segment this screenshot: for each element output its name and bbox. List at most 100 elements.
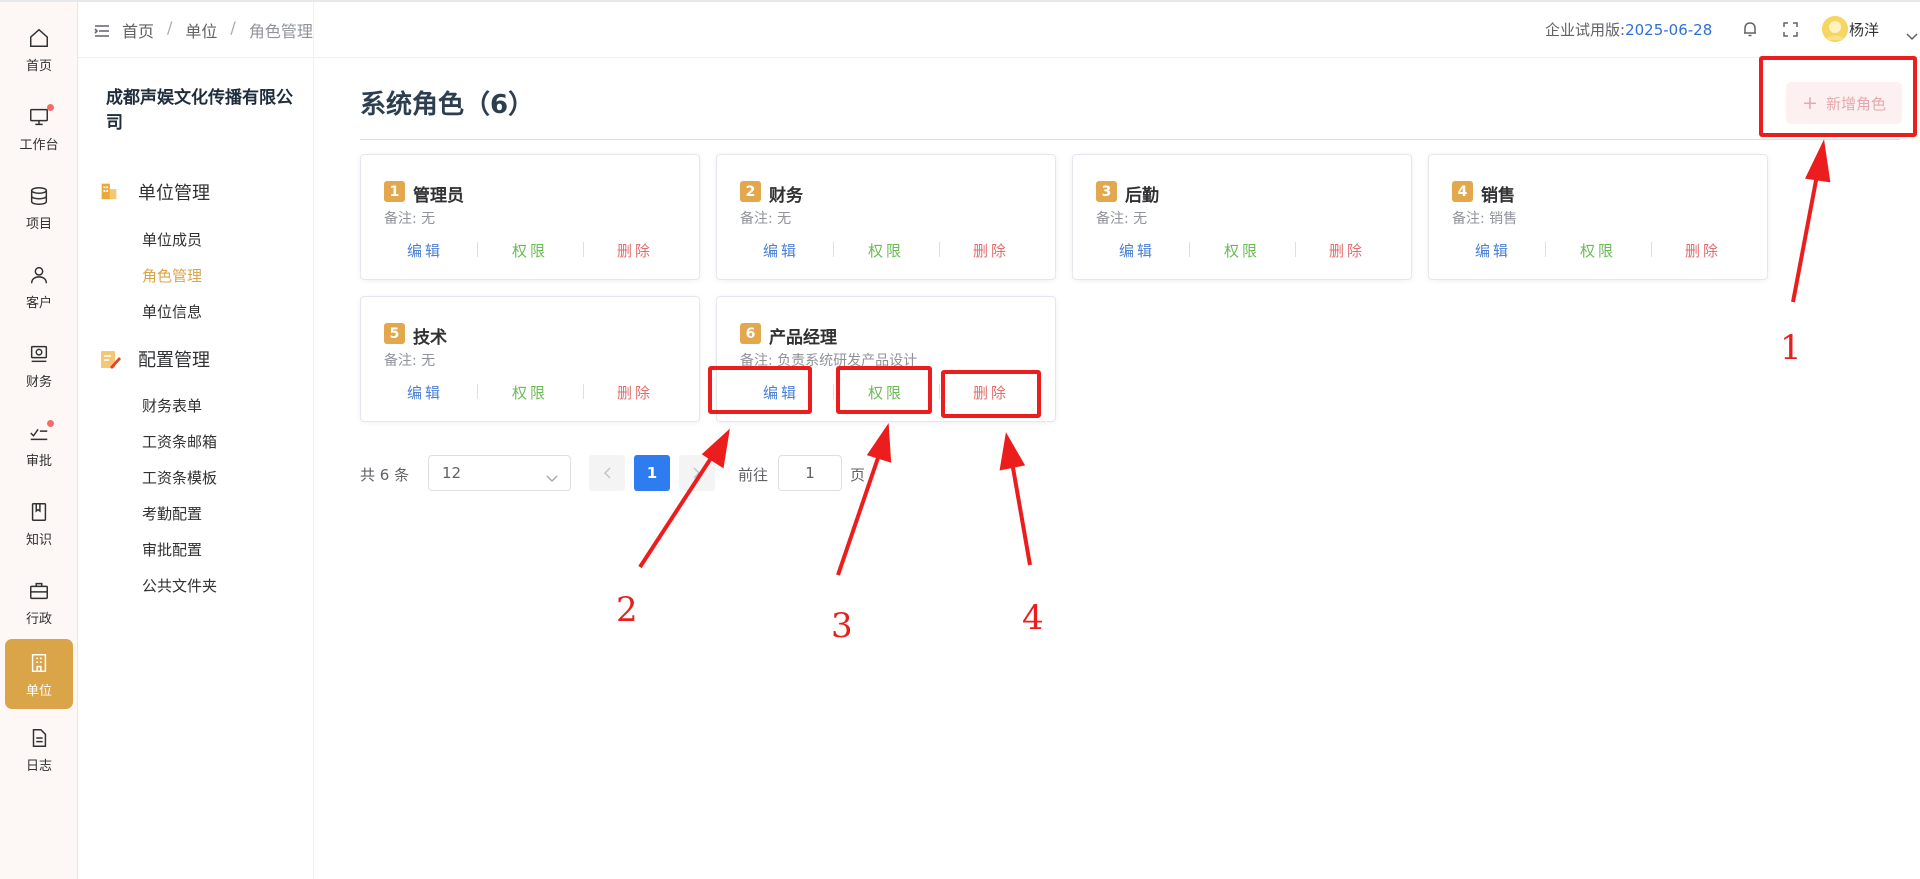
page-size-select[interactable]: 12 (428, 455, 571, 491)
secondary-sidebar: 成都声娱文化传播有限公司 单位管理 单位成员 角色管理 单位信息 配置管理 财务… (78, 2, 314, 879)
delete-button[interactable]: 删除 (1329, 240, 1365, 261)
permission-button[interactable]: 权限 (1224, 240, 1260, 261)
role-actions: 编辑 权限 删除 (717, 240, 1057, 260)
home-icon (26, 25, 52, 51)
chevron-down-icon[interactable] (1906, 26, 1918, 45)
goto-page-input[interactable]: 1 (778, 455, 842, 491)
rail-label: 项目 (25, 216, 52, 232)
annotation-number: 1 (1780, 328, 1802, 368)
trial-label: 企业试用版: (1545, 21, 1626, 39)
rail-label: 客户 (25, 295, 52, 311)
menu-toggle-icon[interactable] (94, 23, 110, 42)
top-header: 首页 / 单位 / 角色管理 企业试用版:2025-06-28 杨洋 (78, 2, 1920, 58)
sidebar-item-approval-config[interactable]: 审批配置 (142, 539, 202, 560)
annotation-number: 4 (1022, 598, 1044, 638)
divider (1295, 242, 1296, 257)
rail-item-knowledge[interactable]: 知识 (5, 488, 73, 558)
building-icon (26, 650, 52, 676)
trial-info: 企业试用版:2025-06-28 (1545, 19, 1712, 40)
rail-item-customers[interactable]: 客户 (5, 251, 73, 321)
permission-button[interactable]: 权限 (512, 240, 548, 261)
breadcrumb-separator: / (167, 18, 173, 37)
prev-page-button[interactable] (589, 455, 625, 491)
divider (1651, 242, 1652, 257)
role-name: 后勤 (1125, 186, 1159, 206)
next-page-button[interactable] (679, 455, 715, 491)
pagination-total: 共 6 条 (360, 466, 410, 484)
sidebar-item-attendance-config[interactable]: 考勤配置 (142, 503, 202, 524)
role-name: 技术 (413, 328, 447, 348)
role-actions: 编辑 权限 删除 (361, 382, 701, 402)
page-title: 系统角色（6） (360, 90, 535, 120)
sidebar-item-role-management[interactable]: 角色管理 (142, 265, 202, 286)
rail-item-finance[interactable]: 财务 (5, 330, 73, 400)
title-divider (360, 139, 1900, 140)
fullscreen-icon[interactable] (1783, 22, 1798, 41)
rail-item-projects[interactable]: 项目 (5, 172, 73, 242)
building-icon (98, 180, 122, 204)
edit-button[interactable]: 编辑 (1475, 240, 1511, 261)
annotation-arrowhead (999, 432, 1026, 471)
group-config-management[interactable]: 配置管理 (98, 346, 210, 372)
note-prefix: 备注: (384, 353, 422, 369)
icon-rail: 首页 工作台 项目 客户 财务 审批 知识 行政 单位 日志 (0, 2, 78, 879)
rail-item-log[interactable]: 日志 (5, 714, 73, 784)
annotation-number: 2 (616, 590, 638, 630)
sidebar-item-payslip-email[interactable]: 工资条邮箱 (142, 431, 217, 452)
role-card: 3 后勤 备注: 无 编辑 权限 删除 (1072, 154, 1412, 280)
permission-button[interactable]: 权限 (868, 240, 904, 261)
note-prefix: 备注: (1096, 211, 1134, 227)
finance-icon (26, 341, 52, 367)
rail-item-approval[interactable]: 审批 (5, 409, 73, 479)
role-note: 备注: 无 (1096, 208, 1147, 228)
rail-label: 财务 (25, 374, 52, 390)
edit-note-icon (98, 347, 122, 371)
rail-item-unit[interactable]: 单位 (5, 639, 73, 709)
edit-button[interactable]: 编辑 (407, 382, 443, 403)
breadcrumb-unit[interactable]: 单位 (185, 18, 217, 42)
sidebar-item-finance-forms[interactable]: 财务表单 (142, 395, 202, 416)
edit-button[interactable]: 编辑 (407, 240, 443, 261)
sidebar-item-payslip-template[interactable]: 工资条模板 (142, 467, 217, 488)
role-card: 5 技术 备注: 无 编辑 权限 删除 (360, 296, 700, 422)
group-label: 单位管理 (138, 183, 210, 204)
page-number-current[interactable]: 1 (634, 455, 670, 491)
note-prefix: 备注: (384, 211, 422, 227)
permission-button[interactable]: 权限 (512, 382, 548, 403)
rail-label: 首页 (25, 58, 52, 74)
breadcrumb-home[interactable]: 首页 (122, 18, 154, 42)
annotation-box-permission (836, 366, 932, 414)
delete-button[interactable]: 删除 (617, 240, 653, 261)
avatar[interactable] (1822, 16, 1848, 42)
group-label: 配置管理 (138, 350, 210, 371)
rail-item-admin[interactable]: 行政 (5, 567, 73, 637)
sidebar-item-members[interactable]: 单位成员 (142, 229, 202, 250)
role-name: 销售 (1481, 186, 1515, 206)
divider (583, 384, 584, 399)
note-prefix: 备注: (740, 211, 778, 227)
note-value: 无 (421, 211, 436, 227)
group-unit-management[interactable]: 单位管理 (98, 179, 210, 205)
delete-button[interactable]: 删除 (973, 240, 1009, 261)
rail-item-home[interactable]: 首页 (5, 14, 73, 84)
goto-label: 前往 (738, 466, 769, 484)
rail-item-workbench[interactable]: 工作台 (5, 93, 73, 163)
sidebar-item-unit-info[interactable]: 单位信息 (142, 301, 202, 322)
user-name[interactable]: 杨洋 (1849, 19, 1879, 40)
note-value: 无 (421, 353, 436, 369)
bell-icon[interactable] (1742, 21, 1758, 42)
edit-button[interactable]: 编辑 (763, 240, 799, 261)
divider (833, 384, 834, 399)
permission-button[interactable]: 权限 (1580, 240, 1616, 261)
edit-button[interactable]: 编辑 (1119, 240, 1155, 261)
role-index-badge: 2 (740, 181, 761, 202)
delete-button[interactable]: 删除 (1685, 240, 1721, 261)
role-card: 2 财务 备注: 无 编辑 权限 删除 (716, 154, 1056, 280)
briefcase-icon (26, 578, 52, 604)
rail-label: 行政 (25, 611, 52, 627)
role-index-badge: 6 (740, 323, 761, 344)
sidebar-item-public-folder[interactable]: 公共文件夹 (142, 575, 217, 596)
breadcrumb-current: 角色管理 (248, 22, 313, 41)
notification-dot (47, 103, 54, 111)
delete-button[interactable]: 删除 (617, 382, 653, 403)
